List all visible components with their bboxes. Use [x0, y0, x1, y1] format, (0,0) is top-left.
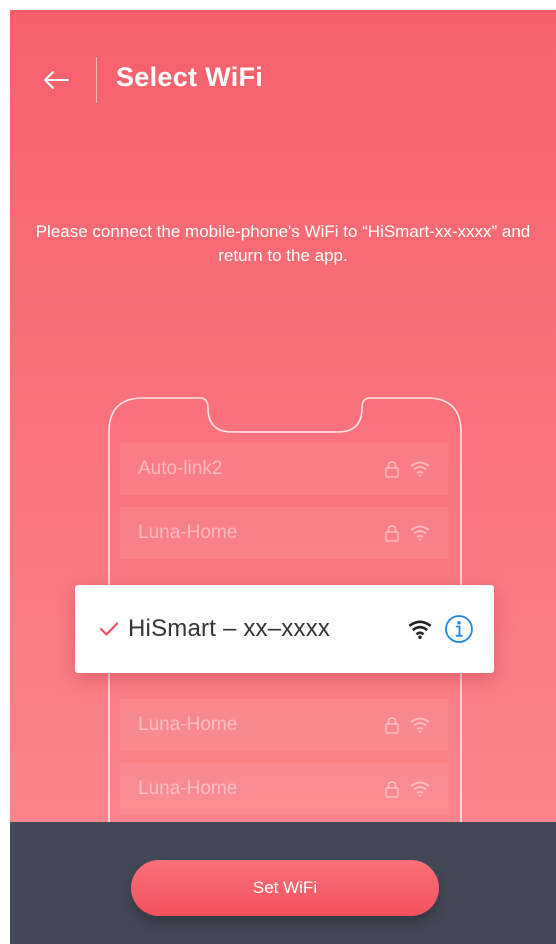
- wifi-list-item[interactable]: Luna-Home: [120, 763, 448, 815]
- header: Select WiFi: [10, 10, 556, 150]
- selected-network-name: HiSmart – xx–xxxx: [128, 615, 331, 642]
- wifi-setup-screen: Select WiFi Please connect the mobile-ph…: [10, 10, 556, 944]
- network-name: Luna-Home: [138, 714, 238, 735]
- lock-icon: [385, 717, 399, 734]
- arrow-left-icon: [44, 71, 69, 89]
- header-divider: [96, 57, 97, 103]
- network-name: Luna-Home: [138, 522, 238, 543]
- wifi-icon: [410, 781, 430, 797]
- wifi-icon: [408, 619, 432, 639]
- lock-icon: [385, 461, 399, 478]
- info-icon[interactable]: [444, 614, 474, 644]
- wifi-icon: [410, 717, 430, 733]
- lock-icon: [385, 525, 399, 542]
- network-name: Auto-link2: [138, 458, 223, 479]
- wifi-icon: [410, 461, 430, 477]
- back-button[interactable]: [36, 60, 76, 100]
- selected-network-card[interactable]: HiSmart – xx–xxxx: [75, 585, 494, 673]
- lock-icon: [385, 781, 399, 798]
- page-title: Select WiFi: [116, 62, 264, 92]
- network-name: Luna-Home: [138, 778, 238, 799]
- wifi-list-item[interactable]: Luna-Home: [120, 507, 448, 559]
- wifi-list-item[interactable]: Auto-link2: [120, 443, 448, 495]
- wifi-icon: [410, 525, 430, 541]
- checkmark-icon: [99, 622, 119, 636]
- wifi-list-item[interactable]: Luna-Home: [120, 699, 448, 751]
- set-wifi-button[interactable]: Set WiFi: [131, 860, 439, 916]
- instruction-text: Please connect the mobile-phone's WiFi t…: [35, 222, 531, 265]
